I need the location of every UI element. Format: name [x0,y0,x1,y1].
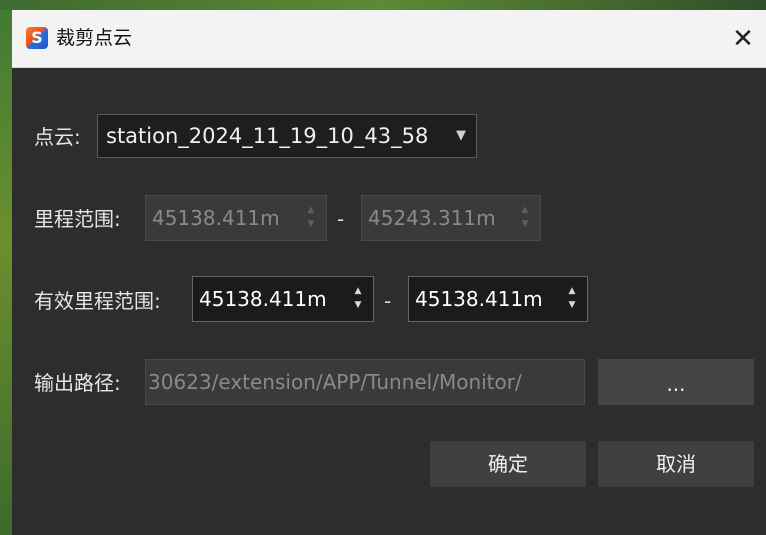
dialog-title: 裁剪点云 [56,27,133,49]
output-path-value: 30623/extension/APP/Tunnel/Monitor/ [148,370,522,394]
spin-up-icon: ▲ [307,205,315,215]
close-icon: ✕ [732,23,754,54]
spin-down-icon[interactable]: ▼ [565,298,579,312]
point-cloud-label: 点云: [34,125,81,149]
ok-button[interactable]: 确定 [430,441,586,487]
chevron-down-icon: ▼ [456,128,466,143]
cancel-button[interactable]: 取消 [598,441,754,487]
spin-arrows-icon: ▲ ▼ [518,203,532,233]
mileage-range-label: 里程范围: [34,207,121,231]
spin-arrows-icon[interactable]: ▲ ▼ [565,284,579,314]
background-window-top [0,0,766,10]
spin-down-icon: ▼ [307,219,315,229]
point-cloud-selected-value: station_2024_11_19_10_43_58 [106,124,429,148]
spin-down-icon: ▼ [521,219,529,229]
title-bar: S 裁剪点云 ✕ [12,10,766,68]
mileage-to-spinbox[interactable]: 45243.311m ▲ ▼ [361,195,541,241]
mileage-range-separator: - [337,207,345,231]
valid-mileage-to-spinbox[interactable]: 45138.411m ▲ ▼ [408,276,588,322]
app-logo-icon: S [26,27,48,49]
valid-mileage-from-spinbox[interactable]: 45138.411m ▲ ▼ [192,276,374,322]
output-path-label: 输出路径: [34,371,121,395]
close-button[interactable]: ✕ [720,10,766,67]
spin-arrows-icon: ▲ ▼ [304,203,318,233]
mileage-from-spinbox[interactable]: 45138.411m ▲ ▼ [145,195,327,241]
valid-mileage-to-value: 45138.411m [415,287,543,311]
mileage-to-value: 45243.311m [368,206,496,230]
crop-point-cloud-dialog: S 裁剪点云 ✕ 点云: station_2024_11_19_10_43_58… [12,10,766,535]
valid-mileage-from-value: 45138.411m [199,287,327,311]
mileage-from-value: 45138.411m [152,206,280,230]
spin-up-icon: ▲ [521,205,529,215]
output-path-field[interactable]: 30623/extension/APP/Tunnel/Monitor/ [145,359,585,405]
browse-button[interactable]: ... [598,359,754,405]
valid-mileage-range-separator: - [384,289,392,313]
background-window-edge [0,0,12,535]
spin-up-icon[interactable]: ▲ [351,284,365,298]
spin-up-icon[interactable]: ▲ [565,284,579,298]
point-cloud-select[interactable]: station_2024_11_19_10_43_58 ▼ [97,114,477,158]
spin-down-icon[interactable]: ▼ [351,298,365,312]
spin-arrows-icon[interactable]: ▲ ▼ [351,284,365,314]
valid-mileage-range-label: 有效里程范围: [34,289,161,313]
